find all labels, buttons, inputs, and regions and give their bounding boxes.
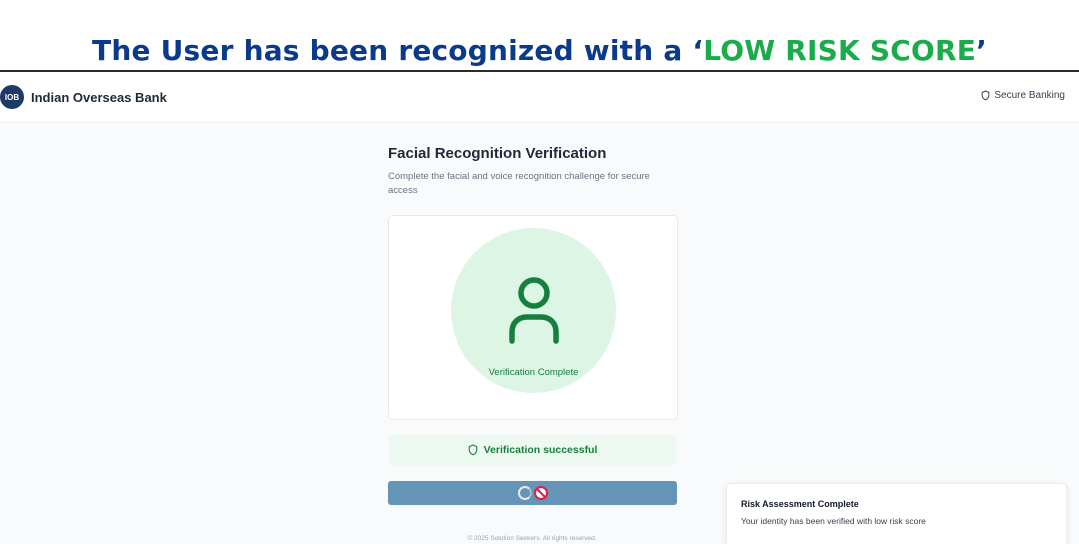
verification-circle: Verification Complete bbox=[451, 228, 616, 393]
verification-success-label: Verification successful bbox=[483, 444, 598, 456]
toast-title: Risk Assessment Complete bbox=[741, 499, 859, 509]
bank-logo: IOB bbox=[0, 85, 24, 109]
caption-highlight: LOW RISK SCORE bbox=[703, 34, 977, 67]
secure-banking-badge: Secure Banking bbox=[981, 90, 1065, 101]
continue-button[interactable] bbox=[388, 481, 677, 505]
user-icon bbox=[509, 277, 559, 344]
verification-card: Verification Complete bbox=[388, 215, 678, 420]
shield-icon bbox=[982, 90, 990, 101]
brand-name: Indian Overseas Bank bbox=[31, 89, 167, 105]
spinner-icon bbox=[517, 486, 532, 500]
caption-prefix: The User has been recognized with a ‘ bbox=[92, 34, 704, 67]
verification-status-label: Verification Complete bbox=[488, 367, 579, 378]
app-screen: IOB Indian Overseas Bank Secure Banking … bbox=[0, 70, 1079, 544]
footer-copyright: © 2025 Solution Seekers. All rights rese… bbox=[467, 535, 597, 542]
page-title: Facial Recognition Verification bbox=[388, 145, 607, 162]
verification-success-banner: Verification successful bbox=[389, 435, 676, 465]
top-navbar: IOB Indian Overseas Bank Secure Banking bbox=[0, 72, 1079, 123]
caption-suffix: ’ bbox=[976, 34, 987, 67]
brand[interactable]: IOB Indian Overseas Bank bbox=[0, 85, 167, 109]
risk-assessment-toast: Risk Assessment Complete Your identity h… bbox=[726, 483, 1067, 544]
not-allowed-icon bbox=[533, 486, 548, 500]
page-subtitle: Complete the facial and voice recognitio… bbox=[388, 171, 650, 196]
caption-heading: The User has been recognized with a ‘LOW… bbox=[0, 28, 1079, 74]
secure-banking-label: Secure Banking bbox=[994, 90, 1065, 101]
toast-description: Your identity has been verified with low… bbox=[741, 516, 926, 526]
shield-icon bbox=[468, 444, 477, 456]
